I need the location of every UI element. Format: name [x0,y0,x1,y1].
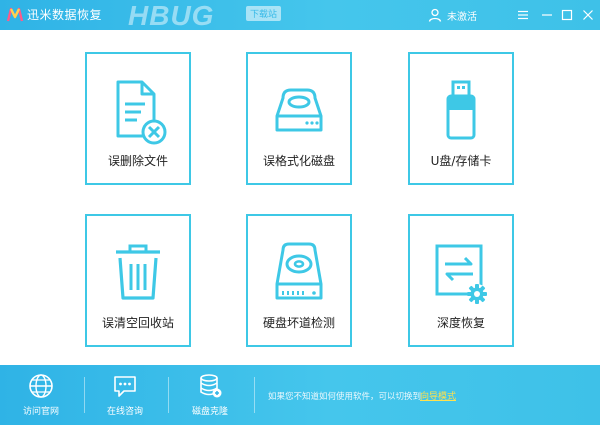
card-deep-recovery[interactable]: 深度恢复 [408,214,514,347]
guide-hint-text: 如果您不知道如何使用软件，可以切换到 [268,392,422,402]
chat-icon [114,376,136,397]
footer-divider [254,377,255,413]
footer-label: 磁盘克隆 [191,407,228,417]
usb-drive-icon [446,80,476,140]
card-label: 误删除文件 [107,154,168,168]
footer-divider [84,377,85,413]
footer-label: 访问官网 [22,407,59,417]
card-label: 硬盘坏道检测 [262,316,335,330]
close-icon [583,10,593,20]
globe-icon [29,374,53,398]
user-icon [428,8,442,22]
card-usb-storage[interactable]: U盘/存储卡 [408,52,514,185]
card-deleted-files[interactable]: 误删除文件 [85,52,191,185]
card-formatted-disk[interactable]: 误格式化磁盘 [246,52,352,185]
close-button[interactable] [578,5,598,25]
watermark: HBUG 下载站 [128,0,288,31]
bottom-bar: 访问官网 在线咨询 磁盘克隆 如果您不知道如何使用软件，可以切换到 向导模式 [0,365,600,425]
footer-divider [168,377,169,413]
watermark-text: HBUG [128,0,215,31]
card-recycle-bin[interactable]: 误清空回收站 [85,214,191,347]
minimize-button[interactable] [537,5,557,25]
menu-icon [518,10,528,20]
minimize-icon [542,14,552,16]
disk-drive-icon [275,88,323,132]
deep-recovery-icon [435,244,487,304]
guide-mode-link[interactable]: 向导模式 [420,389,456,402]
visit-website-button[interactable]: 访问官网 [11,373,71,417]
online-consult-button[interactable]: 在线咨询 [95,373,155,417]
app-logo-icon [6,7,24,22]
hard-disk-icon [275,242,323,300]
card-label: 误清空回收站 [101,316,174,330]
title-bar: 迅米数据恢复 HBUG 下载站 未激活 [0,0,600,31]
card-label: 深度恢复 [436,316,485,330]
card-bad-sector-check[interactable]: 硬盘坏道检测 [246,214,352,347]
menu-button[interactable] [513,5,533,25]
app-title: 迅米数据恢复 [27,8,103,22]
activation-status: 未激活 [447,11,477,23]
recycle-bin-icon [116,244,160,300]
database-icon [200,374,222,398]
maximize-button[interactable] [557,5,577,25]
maximize-icon [561,9,573,21]
watermark-tag: 下载站 [246,6,282,21]
card-label: 误格式化磁盘 [262,154,335,168]
footer-label: 在线咨询 [106,407,143,417]
card-label: U盘/存储卡 [430,154,492,168]
user-account[interactable]: 未激活 [428,6,477,24]
disk-clone-button[interactable]: 磁盘克隆 [180,373,240,417]
deleted-file-icon [116,80,167,145]
